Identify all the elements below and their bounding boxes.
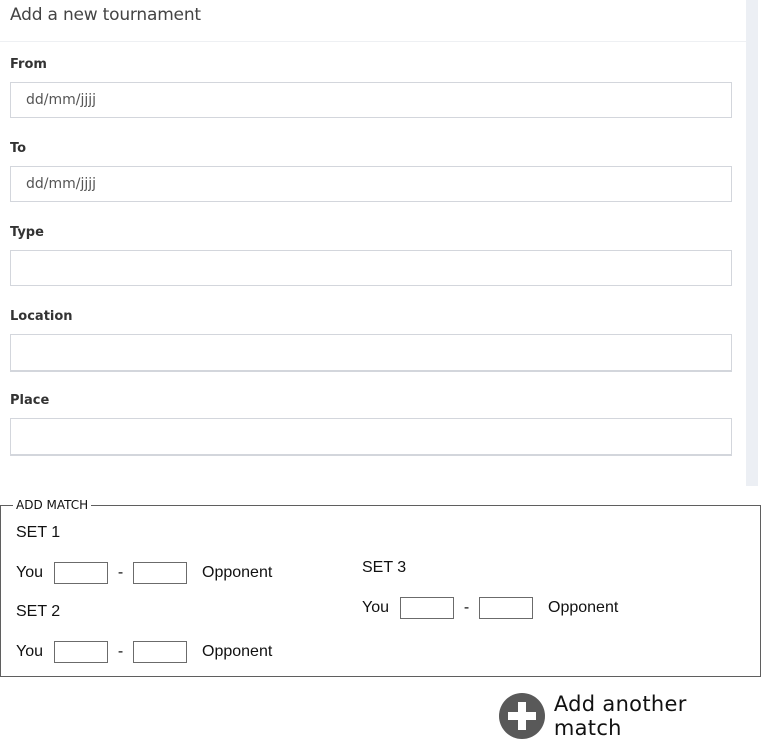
set-2-title: SET 2	[16, 603, 61, 620]
title-divider	[0, 41, 746, 42]
plus-circle-icon[interactable]	[499, 693, 545, 739]
type-label: Type	[10, 225, 44, 240]
set-2-you-label: You	[16, 643, 43, 660]
add-another-match-button[interactable]: Add another match	[499, 692, 761, 740]
set-1-you-score-input[interactable]	[54, 562, 108, 584]
set-3-separator: -	[463, 599, 470, 616]
scrollbar-track[interactable]	[746, 0, 758, 486]
set-1-separator: -	[117, 564, 124, 581]
set-2-row: You - Opponent	[16, 640, 272, 664]
place-label: Place	[10, 393, 50, 408]
set-1-opponent-label: Opponent	[202, 564, 273, 581]
set-2-opponent-label: Opponent	[202, 643, 273, 660]
to-label: To	[10, 141, 27, 156]
set-3-row: You - Opponent	[362, 596, 618, 620]
set-2-you-score-input[interactable]	[54, 641, 108, 663]
add-another-match-label[interactable]: Add another match	[554, 692, 761, 740]
add-match-legend: ADD MATCH	[16, 498, 89, 512]
set-3-opponent-label: Opponent	[548, 599, 619, 616]
set-2-opponent-score-input[interactable]	[133, 641, 187, 663]
tournament-form-panel: Add a new tournament From To Type Locati…	[0, 0, 746, 486]
set-2-separator: -	[117, 643, 124, 660]
from-label: From	[10, 57, 47, 72]
place-input[interactable]	[10, 418, 732, 456]
set-1-row: You - Opponent	[16, 561, 272, 585]
set-3-opponent-score-input[interactable]	[479, 597, 533, 619]
set-3-you-score-input[interactable]	[400, 597, 454, 619]
location-label: Location	[10, 309, 73, 324]
set-1-opponent-score-input[interactable]	[133, 562, 187, 584]
from-date-input[interactable]	[10, 82, 732, 118]
set-3-you-label: You	[362, 599, 389, 616]
set-3-title: SET 3	[362, 559, 407, 576]
location-input[interactable]	[10, 334, 732, 372]
to-date-input[interactable]	[10, 166, 732, 202]
set-1-title: SET 1	[16, 524, 61, 541]
set-1-you-label: You	[16, 564, 43, 581]
page-title: Add a new tournament	[10, 5, 201, 25]
type-input[interactable]	[10, 250, 732, 286]
